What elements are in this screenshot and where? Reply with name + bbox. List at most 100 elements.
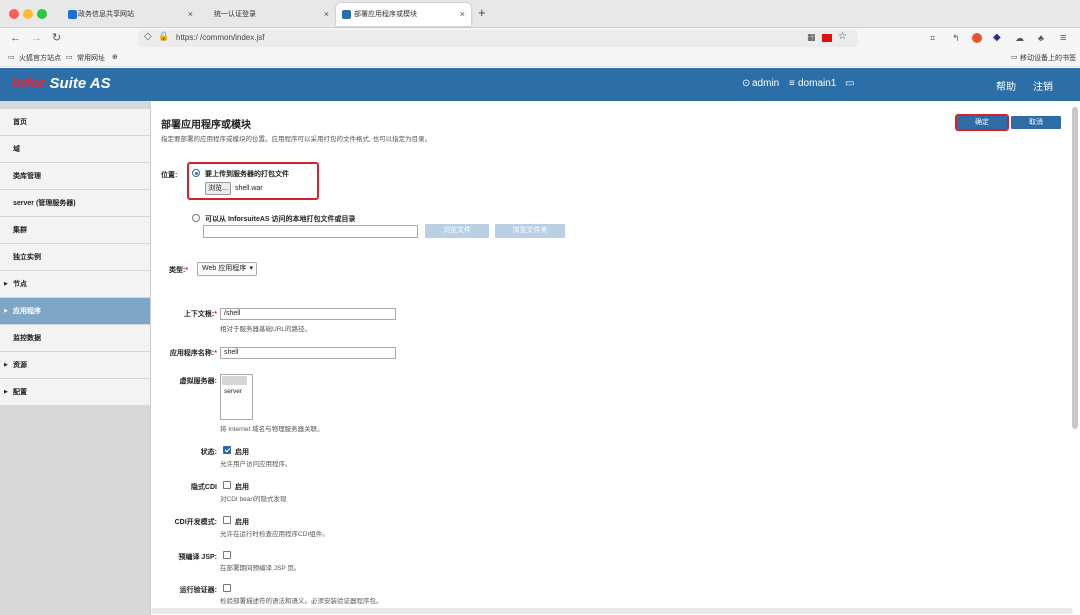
sidebar: 首页 域 类库管理 server (管理服务器) 集群 独立实例 ▶ 节点 ▶ 应用… (0, 101, 150, 615)
new-tab-button[interactable]: + (478, 5, 486, 20)
expand-arrow-icon[interactable]: ▶ (4, 298, 8, 325)
browser-tab-gov-share[interactable]: 政务信息共享网站 × (64, 3, 199, 26)
app-header: Infor Suite AS ⊙ admin ≡ domain1 ▭ 帮助 注销 (0, 68, 1080, 101)
virtual-servers-list[interactable]: server (220, 374, 253, 420)
sidebar-item-monitoring[interactable]: 监控数据 (0, 325, 150, 352)
chevron-down-icon: ▾ (249, 265, 253, 272)
browser-tab-auth-login[interactable]: 统一认证登录 × (200, 3, 335, 26)
close-tab-icon[interactable]: × (188, 3, 193, 26)
cdi-dev-mode-label: CDI开发模式: (174, 519, 217, 526)
status-checkbox[interactable] (223, 446, 231, 454)
close-window-icon[interactable] (9, 9, 19, 19)
context-root-help: 相对于服务器基础URL的路径。 (220, 326, 312, 333)
browse-button[interactable]: 浏览... (205, 182, 231, 195)
sidebar-item-applications[interactable]: ▶ 应用程序 (0, 298, 150, 325)
context-root-label: 上下文根:* (183, 311, 217, 318)
close-tab-icon[interactable]: × (460, 3, 465, 26)
browse-files-button[interactable]: 浏览文件 (425, 224, 489, 238)
sidebar-item-server[interactable]: server (管理服务器) (0, 190, 150, 217)
horizontal-scrollbar[interactable] (151, 608, 1073, 614)
globe-icon[interactable]: ⊕ (112, 53, 118, 61)
bookmark-common[interactable]: 常用网址 (77, 53, 105, 63)
forward-icon[interactable]: → (31, 31, 42, 45)
url-text[interactable]: https:/ /common/index.jsf (176, 33, 264, 42)
lock-icon[interactable]: 🔒 (158, 31, 169, 42)
type-select[interactable]: Web 应用程序 ▾ (197, 262, 257, 276)
extension-orange-icon[interactable] (972, 33, 982, 43)
browse-folder-button[interactable]: 浏览文件夹 (495, 224, 565, 238)
folder-icon: ▭ (8, 54, 15, 61)
close-tab-icon[interactable]: × (324, 3, 329, 26)
context-root-input[interactable]: /shell (220, 308, 396, 320)
sidebar-item-domain[interactable]: 域 (0, 136, 150, 163)
expand-arrow-icon[interactable]: ▶ (4, 352, 8, 379)
sidebar-item-libraries[interactable]: 类库管理 (0, 163, 150, 190)
selected-file-name: shell.war (235, 185, 263, 192)
sidebar-item-instances[interactable]: 独立实例 (0, 244, 150, 271)
extension-red-icon[interactable] (822, 34, 832, 42)
extension-cloud-icon[interactable]: ☁ (1015, 31, 1024, 45)
sidebar-item-resources[interactable]: ▶ 资源 (0, 352, 150, 379)
run-verifier-label: 运行验证器: (179, 587, 217, 594)
precompile-jsp-label: 预编译 JSP: (178, 554, 217, 561)
sidebar-item-configs[interactable]: ▶ 配置 (0, 379, 150, 406)
minimize-window-icon[interactable] (23, 9, 33, 19)
host-icon: ▭ (845, 78, 855, 89)
cancel-button[interactable]: 取消 (1011, 116, 1061, 129)
app-name-input[interactable]: shell (220, 347, 396, 359)
status-help: 允许用户访问应用程序。 (220, 461, 292, 468)
local-option-label: 可以从 InforsuiteAS 访问的本地打包文件或目录 (205, 216, 356, 223)
implicit-cdi-help: 对CDI bean的隐式发现 (220, 496, 287, 503)
inforsuite-logo: Infor Suite AS (12, 75, 111, 92)
domain-name[interactable]: domain1 (798, 78, 836, 89)
qr-code-icon[interactable]: ▦ (807, 32, 816, 43)
crop-icon[interactable]: ⌗ (930, 31, 935, 45)
expand-arrow-icon[interactable]: ▶ (4, 271, 8, 298)
page-description: 指定要部署的应用程序或模块的位置。应用程序可以采用打包的文件格式, 也可以指定为… (161, 136, 432, 143)
share-icon[interactable]: ↰ (952, 31, 960, 45)
upload-radio[interactable] (192, 169, 200, 177)
bookmarks-bar: ▭ 火狐官方站点 ▭ 常用网址 ⊕ ▭ 移动设备上的书签 (0, 49, 1080, 67)
status-check-label: 启用 (235, 449, 249, 456)
precompile-jsp-checkbox[interactable] (223, 551, 231, 559)
reload-icon[interactable]: ↻ (52, 31, 61, 45)
address-bar[interactable]: ◇ 🔒 https:/ /common/index.jsf ▦ ☆ (138, 30, 858, 47)
cdi-dev-mode-checkbox[interactable] (223, 516, 231, 524)
folder-icon: ▭ (66, 54, 73, 61)
browser-tab-deploy[interactable]: 部署应用程序或模块 × (336, 3, 471, 26)
expand-arrow-icon[interactable]: ▶ (4, 379, 8, 406)
cdi-dev-mode-help: 允许在运行时检查应用程序CDI组件。 (220, 531, 329, 538)
user-icon: ⊙ (742, 78, 751, 89)
browser-tab-bar: 政务信息共享网站 × 统一认证登录 × 部署应用程序或模块 × + (0, 0, 1080, 28)
logout-link[interactable]: 注销 (1033, 78, 1053, 93)
upload-option-label: 要上传到服务器的打包文件 (205, 171, 289, 178)
run-verifier-checkbox[interactable] (223, 584, 231, 592)
local-path-radio[interactable] (192, 214, 200, 222)
help-link[interactable]: 帮助 (996, 78, 1016, 93)
bookmark-star-icon[interactable]: ☆ (838, 31, 847, 42)
vertical-scrollbar[interactable] (1072, 107, 1078, 429)
sidebar-item-nodes[interactable]: ▶ 节点 (0, 271, 150, 298)
folder-icon: ▭ (1011, 54, 1018, 61)
sidebar-item-home[interactable]: 首页 (0, 109, 150, 136)
sidebar-item-clusters[interactable]: 集群 (0, 217, 150, 244)
back-icon[interactable]: ← (10, 31, 21, 45)
gov-site-icon (68, 10, 77, 19)
user-name[interactable]: admin (752, 78, 779, 89)
local-path-input[interactable] (203, 225, 418, 238)
implicit-cdi-checkbox[interactable] (223, 481, 231, 489)
mobile-bookmarks[interactable]: 移动设备上的书签 (1020, 53, 1076, 63)
extension-diamond-icon[interactable]: ◆ (993, 31, 1001, 45)
type-label: 类型:* (169, 267, 189, 274)
shield-icon[interactable]: ◇ (144, 31, 152, 42)
tab-label: 政务信息共享网站 (78, 11, 134, 18)
menu-icon[interactable]: ≡ (1060, 31, 1066, 45)
main-content: 部署应用程序或模块 指定要部署的应用程序或模块的位置。应用程序可以采用打包的文件… (150, 101, 1080, 615)
zoom-window-icon[interactable] (37, 9, 47, 19)
bookmark-firefox[interactable]: 火狐官方站点 (19, 53, 61, 63)
extensions-icon[interactable]: ♣ (1038, 31, 1044, 45)
location-label: 位置: (161, 172, 178, 179)
infor-site-icon (342, 10, 351, 19)
implicit-cdi-label: 隐式CDI (190, 484, 217, 491)
virtual-server-option[interactable]: server (224, 388, 242, 395)
